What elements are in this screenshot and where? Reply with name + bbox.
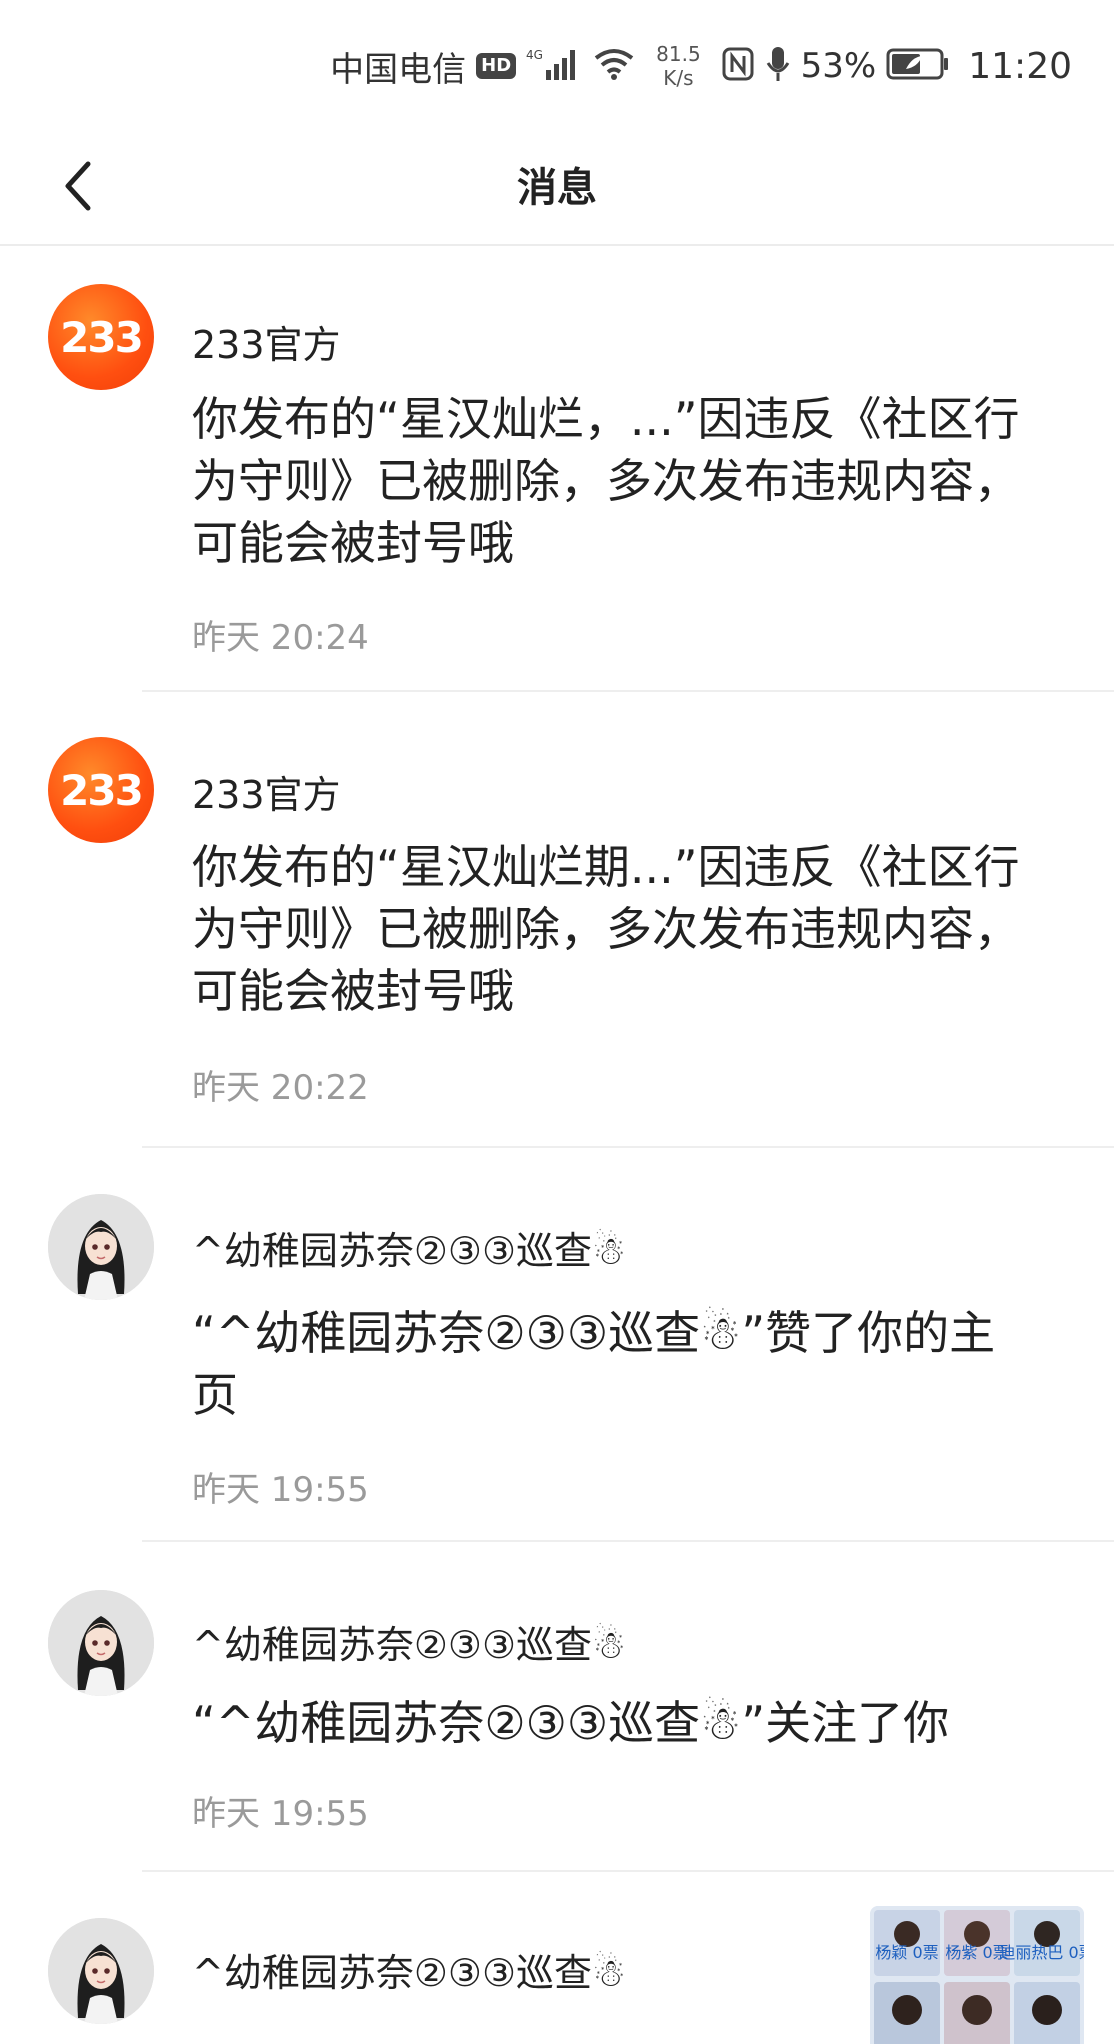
message-content: “^幼稚园苏奈②③③巡查☃”赞了你的主页 bbox=[192, 1306, 996, 1422]
message-time: 昨天 20:24 bbox=[192, 618, 369, 658]
thumbnail-collage-image: 杨颖 0票 杨紫 0票 迪丽热巴 0票 bbox=[870, 1906, 1084, 2044]
message-time: 昨天 19:55 bbox=[192, 1794, 369, 1834]
chevron-left-icon bbox=[58, 158, 98, 218]
avatar[interactable] bbox=[48, 1590, 154, 1696]
message-list: 233 233官方 你发布的“星汉灿烂，...”因违反《社区行为守则》已被删除，… bbox=[0, 248, 1114, 2044]
net-speed-value: 81.5 bbox=[656, 42, 701, 66]
page-title: 消息 bbox=[517, 165, 597, 211]
battery-icon bbox=[886, 47, 950, 85]
message-item[interactable]: ^幼稚园苏奈②③③巡查☃ 杨颖 0票 杨紫 0票 迪丽热巴 0票 bbox=[0, 1872, 1114, 2044]
message-item[interactable]: 233 233官方 你发布的“星汉灿烂期...”因违反《社区行为守则》已被删除，… bbox=[0, 692, 1114, 1148]
sender-name: ^幼稚园苏奈②③③巡查☃ bbox=[192, 1623, 627, 1667]
sender-name: 233官方 bbox=[192, 773, 341, 817]
avatar-girl-icon bbox=[48, 1194, 154, 1300]
message-content: 你发布的“星汉灿烂期...”因违反《社区行为守则》已被删除，多次发布违规内容，可… bbox=[192, 840, 1020, 1018]
avatar-233[interactable]: 233 bbox=[48, 284, 154, 390]
avatar[interactable] bbox=[48, 1194, 154, 1300]
avatar[interactable] bbox=[48, 1918, 154, 2024]
svg-text:4G: 4G bbox=[526, 48, 543, 62]
status-bar-right: 中国电信 HD 4G 81.5 K/s 53% 11:20 bbox=[330, 38, 1072, 94]
sender-name: ^幼稚园苏奈②③③巡查☃ bbox=[192, 1951, 627, 1995]
message-item[interactable]: ^幼稚园苏奈②③③巡查☃ “^幼稚园苏奈②③③巡查☃”赞了你的主页 昨天 19:… bbox=[0, 1148, 1114, 1542]
thumb-label-3: 迪丽热巴 0票 bbox=[999, 1943, 1084, 1962]
net-speed-unit: K/s bbox=[663, 66, 694, 90]
message-content: “^幼稚园苏奈②③③巡查☃”关注了你 bbox=[192, 1696, 950, 1750]
sender-name: ^幼稚园苏奈②③③巡查☃ bbox=[192, 1229, 627, 1273]
net-speed: 81.5 K/s bbox=[656, 42, 701, 90]
avatar-233-label: 233 bbox=[60, 312, 144, 362]
hd-badge: HD bbox=[476, 53, 517, 79]
avatar-girl-icon bbox=[48, 1590, 154, 1696]
avatar-233-label: 233 bbox=[60, 765, 144, 815]
thumb-label-1: 杨颖 0票 bbox=[875, 1943, 938, 1962]
clock: 11:20 bbox=[968, 45, 1072, 87]
message-time: 昨天 20:22 bbox=[192, 1068, 369, 1108]
mic-icon bbox=[765, 45, 791, 87]
back-button[interactable] bbox=[40, 150, 116, 226]
signal-4g-icon: 4G bbox=[526, 46, 582, 86]
header: 消息 bbox=[0, 130, 1114, 246]
avatar-233[interactable]: 233 bbox=[48, 737, 154, 843]
message-content: 你发布的“星汉灿烂，...”因违反《社区行为守则》已被删除，多次发布违规内容，可… bbox=[192, 392, 1020, 570]
status-bar: 中国电信 HD 4G 81.5 K/s 53% 11:20 bbox=[0, 0, 1114, 130]
message-item[interactable]: 233 233官方 你发布的“星汉灿烂，...”因违反《社区行为守则》已被删除，… bbox=[0, 248, 1114, 692]
message-time: 昨天 19:55 bbox=[192, 1470, 369, 1510]
avatar-girl-icon bbox=[48, 1918, 154, 2024]
carrier-label: 中国电信 bbox=[330, 49, 467, 90]
nfc-icon bbox=[721, 46, 755, 86]
battery-percent: 53% bbox=[800, 46, 877, 86]
message-item[interactable]: ^幼稚园苏奈②③③巡查☃ “^幼稚园苏奈②③③巡查☃”关注了你 昨天 19:55 bbox=[0, 1542, 1114, 1872]
sender-name: 233官方 bbox=[192, 323, 341, 367]
wifi-icon bbox=[592, 46, 636, 86]
post-thumbnail[interactable]: 杨颖 0票 杨紫 0票 迪丽热巴 0票 bbox=[870, 1906, 1084, 2044]
